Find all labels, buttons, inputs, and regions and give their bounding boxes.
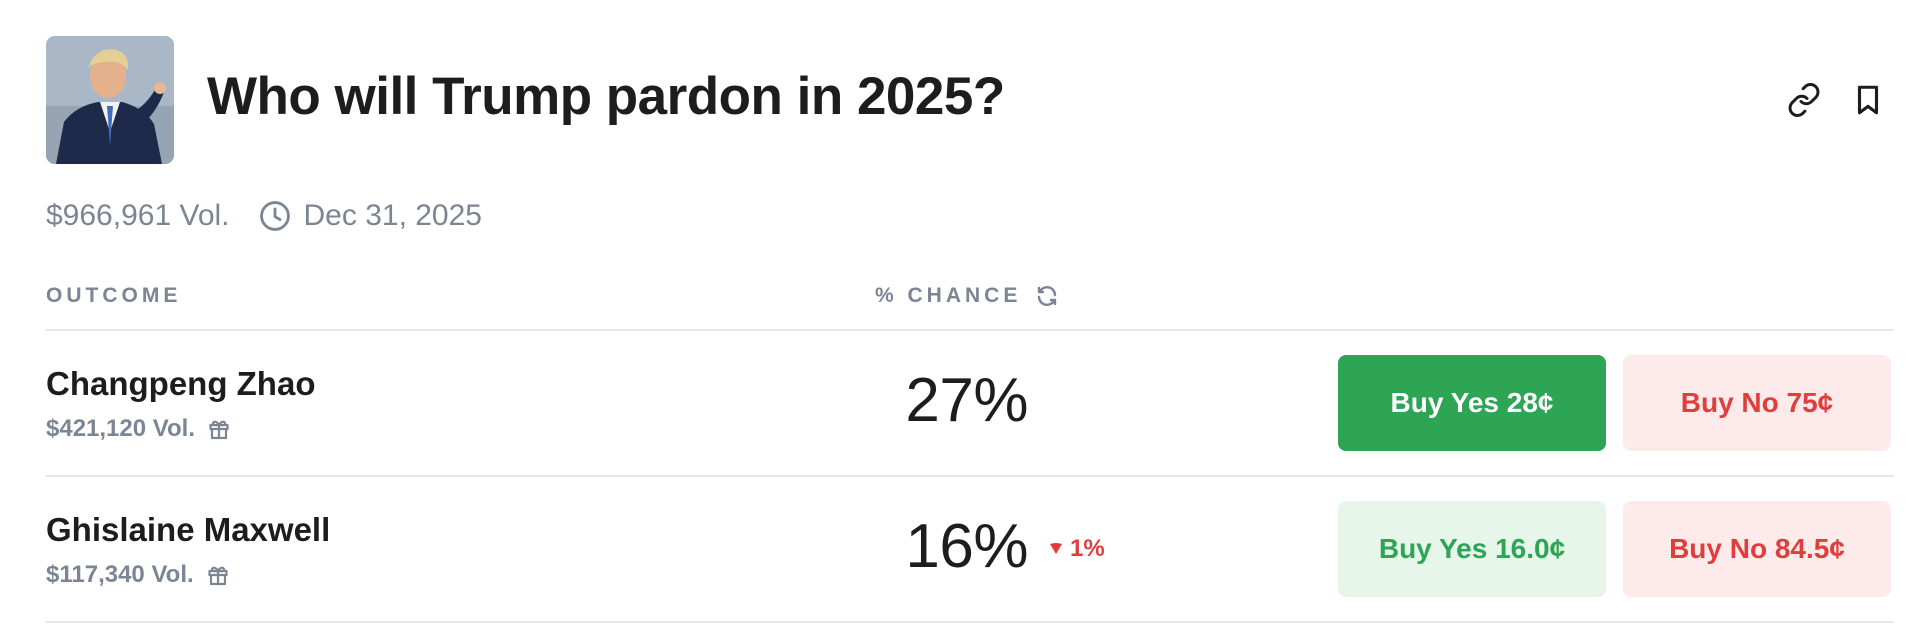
outcome-volume: $117,340 Vol. (46, 561, 230, 589)
market-image (46, 36, 174, 164)
chance-change-value: 1% (1070, 535, 1105, 562)
outcome-chance: 27% (905, 366, 1028, 435)
outcome-row[interactable]: Ghislaine Maxwell $117,340 Vol. 16% 1% B… (46, 477, 1894, 621)
link-icon (1788, 83, 1820, 117)
buy-no-button[interactable]: Buy No 75¢ (1623, 355, 1891, 451)
outcome-volume-value: $421,120 Vol. (46, 415, 195, 442)
market-meta: $966,961 Vol. Dec 31, 2025 (46, 198, 482, 234)
copy-link-button[interactable] (1782, 78, 1826, 122)
column-header-outcome: OUTCOME (46, 284, 182, 307)
gift-icon[interactable] (207, 416, 231, 442)
outcome-volume-value: $117,340 Vol. (46, 561, 194, 588)
outcome-row[interactable]: Changpeng Zhao $421,120 Vol. 27% Buy Yes… (46, 331, 1894, 475)
gift-icon[interactable] (206, 562, 230, 588)
outcome-volume: $421,120 Vol. (46, 415, 231, 443)
outcome-chance: 16% (905, 512, 1028, 581)
column-header-chance: % CHANCE (875, 284, 1059, 308)
buy-yes-button[interactable]: Buy Yes 16.0¢ (1338, 501, 1606, 597)
refresh-icon[interactable] (1035, 284, 1059, 308)
bookmark-button[interactable] (1846, 78, 1890, 122)
buy-no-button[interactable]: Buy No 84.5¢ (1623, 501, 1891, 597)
table-divider (46, 621, 1894, 623)
buy-yes-button[interactable]: Buy Yes 28¢ (1338, 355, 1606, 451)
outcome-name: Changpeng Zhao (46, 365, 316, 402)
market-header: Who will Trump pardon in 2025? (46, 36, 1884, 164)
market-title: Who will Trump pardon in 2025? (207, 67, 1005, 126)
triangle-down-icon (1048, 542, 1064, 556)
clock-icon (258, 199, 292, 233)
column-header-chance-label: % CHANCE (875, 284, 1022, 307)
portrait-illustration (46, 36, 174, 164)
chance-change: 1% (1048, 535, 1105, 563)
outcome-name: Ghislaine Maxwell (46, 511, 331, 548)
market-end-date: Dec 31, 2025 (303, 199, 482, 232)
bookmark-icon (1857, 85, 1879, 115)
market-volume: $966,961 Vol. (46, 199, 230, 232)
market-page: Who will Trump pardon in 2025? $966,961 … (0, 0, 1930, 640)
